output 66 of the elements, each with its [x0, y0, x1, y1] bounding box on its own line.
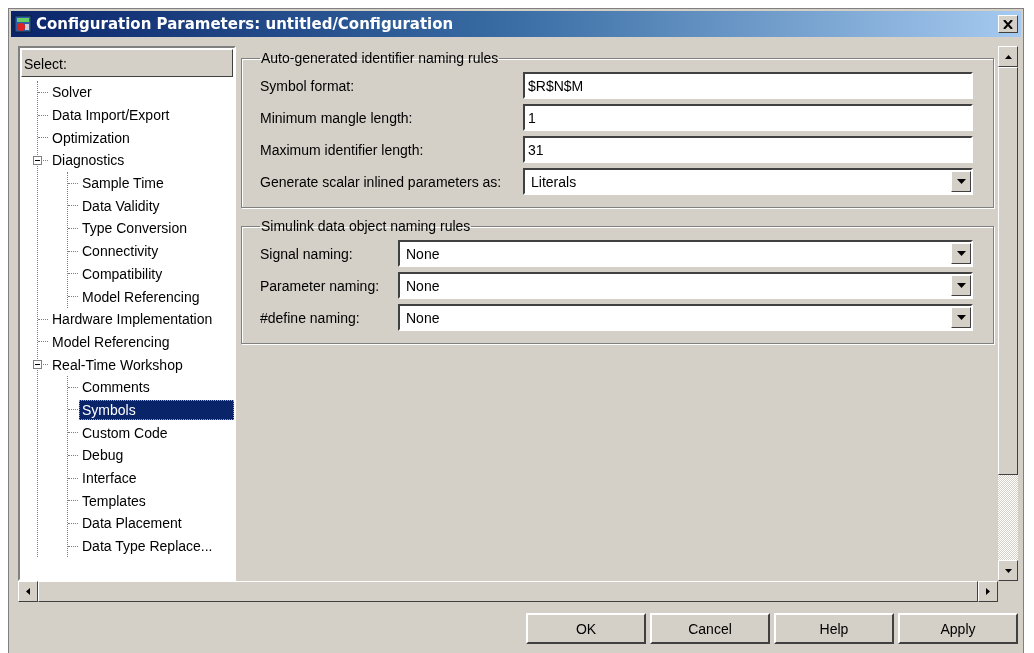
right-arrow-icon: [986, 588, 990, 595]
field-label: Generate scalar inlined parameters as:: [260, 173, 503, 190]
tree-item[interactable]: Data Validity: [79, 195, 163, 216]
field-label: Parameter naming:: [260, 277, 381, 294]
scroll-up-button[interactable]: [998, 46, 1018, 67]
tree-item[interactable]: Data Type Replace...: [79, 536, 216, 557]
collapse-icon[interactable]: [33, 360, 42, 370]
scroll-right-button[interactable]: [978, 581, 998, 602]
tree-item[interactable]: Debug: [79, 445, 127, 466]
tree-item[interactable]: Optimization: [49, 127, 133, 148]
tree-item[interactable]: Comments: [79, 377, 153, 398]
caret-icon: [956, 251, 966, 256]
dropdown-button[interactable]: [951, 307, 971, 328]
dropdown[interactable]: None: [398, 240, 973, 267]
window-title: Configuration Parameters: untitled/Configuration: [36, 15, 455, 33]
tree-item[interactable]: Sample Time: [79, 173, 167, 194]
group-title: Auto-generated identifier naming rules: [260, 50, 500, 66]
dialog-button[interactable]: OK: [526, 613, 646, 644]
collapse-icon[interactable]: [33, 156, 42, 166]
tree-item[interactable]: Solver: [49, 82, 95, 103]
caret-icon: [956, 179, 966, 184]
tree-item[interactable]: Diagnostics: [49, 150, 128, 171]
tree-header: Select:: [21, 49, 233, 77]
tree-item[interactable]: Model Referencing: [79, 286, 203, 307]
left-arrow-icon: [26, 588, 30, 595]
tree-item[interactable]: Compatibility: [79, 263, 166, 284]
dialog-button[interactable]: Help: [774, 613, 894, 644]
field-label: Maximum identifier length:: [260, 141, 425, 158]
dropdown-button[interactable]: [951, 275, 971, 296]
field-label: Symbol format:: [260, 77, 356, 94]
field-label: Minimum mangle length:: [260, 109, 414, 126]
caret-icon: [956, 283, 966, 288]
tree-item[interactable]: Templates: [79, 490, 149, 511]
tree-item[interactable]: Custom Code: [79, 422, 171, 443]
tree-item[interactable]: Interface: [79, 468, 140, 489]
dropdown[interactable]: None: [398, 272, 973, 299]
field-label: #define naming:: [260, 309, 361, 326]
dialog-button[interactable]: Apply: [898, 613, 1018, 644]
dialog-button[interactable]: Cancel: [650, 613, 770, 644]
group-title: Simulink data object naming rules: [260, 218, 472, 234]
vertical-scrollbar[interactable]: [998, 46, 1018, 581]
tree-item[interactable]: Real-Time Workshop: [49, 354, 186, 375]
text-field[interactable]: $R$N$M: [523, 72, 973, 99]
scroll-left-button[interactable]: [18, 581, 38, 602]
text-field[interactable]: 31: [523, 136, 973, 163]
close-icon: [1003, 19, 1013, 29]
dropdown[interactable]: None: [398, 304, 973, 331]
tree-item[interactable]: Type Conversion: [79, 218, 191, 239]
close-button[interactable]: [998, 15, 1018, 33]
scroll-down-button[interactable]: [998, 560, 1018, 581]
text-field[interactable]: 1: [523, 104, 973, 131]
tree-item[interactable]: Symbols: [79, 399, 234, 420]
dropdown-button[interactable]: [951, 243, 971, 264]
app-icon: [14, 15, 32, 33]
tree-item[interactable]: Data Import/Export: [49, 105, 173, 126]
dropdown[interactable]: Literals: [523, 168, 973, 195]
tree-item[interactable]: Model Referencing: [49, 331, 173, 352]
down-arrow-icon: [1004, 568, 1012, 573]
scroll-thumb[interactable]: [998, 67, 1018, 475]
caret-icon: [956, 315, 966, 320]
up-arrow-icon: [1004, 54, 1012, 59]
dropdown-button[interactable]: [951, 171, 971, 192]
field-label: Signal naming:: [260, 245, 354, 262]
tree-item[interactable]: Data Placement: [79, 513, 185, 534]
tree-item[interactable]: Connectivity: [79, 241, 162, 262]
tree-item[interactable]: Hardware Implementation: [49, 309, 216, 330]
